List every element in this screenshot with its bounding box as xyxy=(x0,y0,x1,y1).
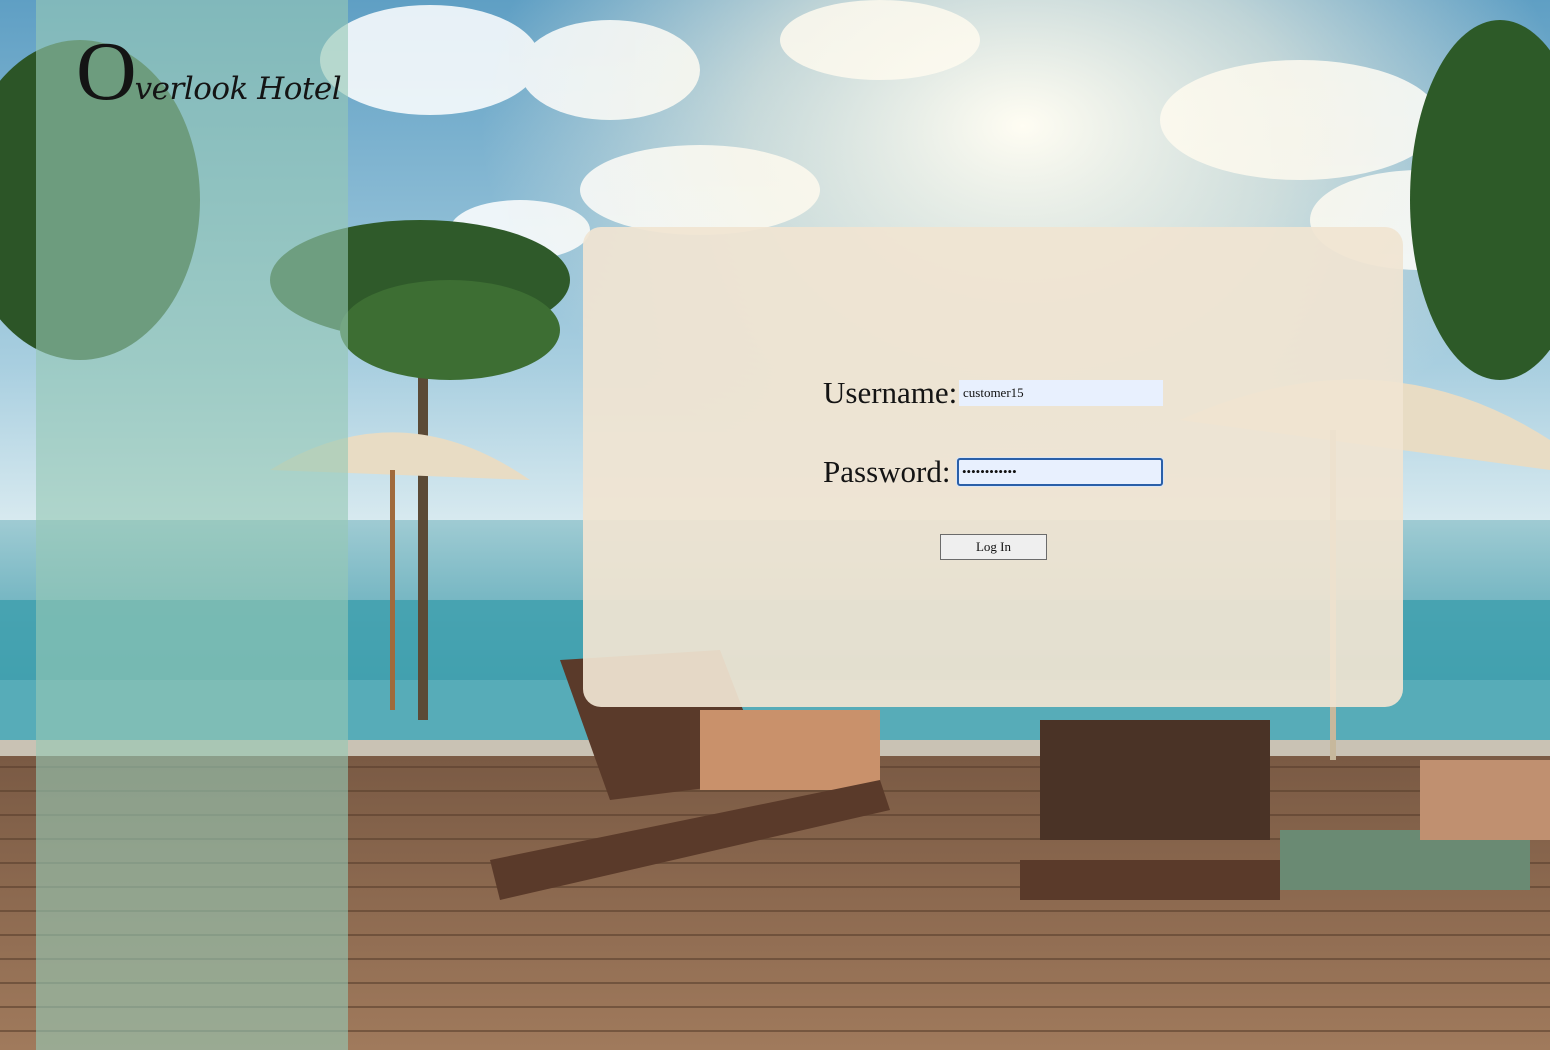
username-label: Username: xyxy=(823,375,958,410)
sidebar: O verlook Hotel xyxy=(36,0,348,1050)
logo-text: verlook Hotel xyxy=(134,71,342,107)
password-input[interactable] xyxy=(957,458,1163,486)
username-input[interactable] xyxy=(959,380,1163,406)
login-form: Username: Password: Log In xyxy=(583,227,1403,707)
hotel-logo: O verlook Hotel xyxy=(76,25,342,118)
logo-initial: O xyxy=(76,25,137,118)
username-row: Username: xyxy=(823,375,1163,411)
login-button[interactable]: Log In xyxy=(940,534,1047,560)
password-label: Password: xyxy=(823,454,951,489)
password-row: Password: xyxy=(823,454,1163,490)
